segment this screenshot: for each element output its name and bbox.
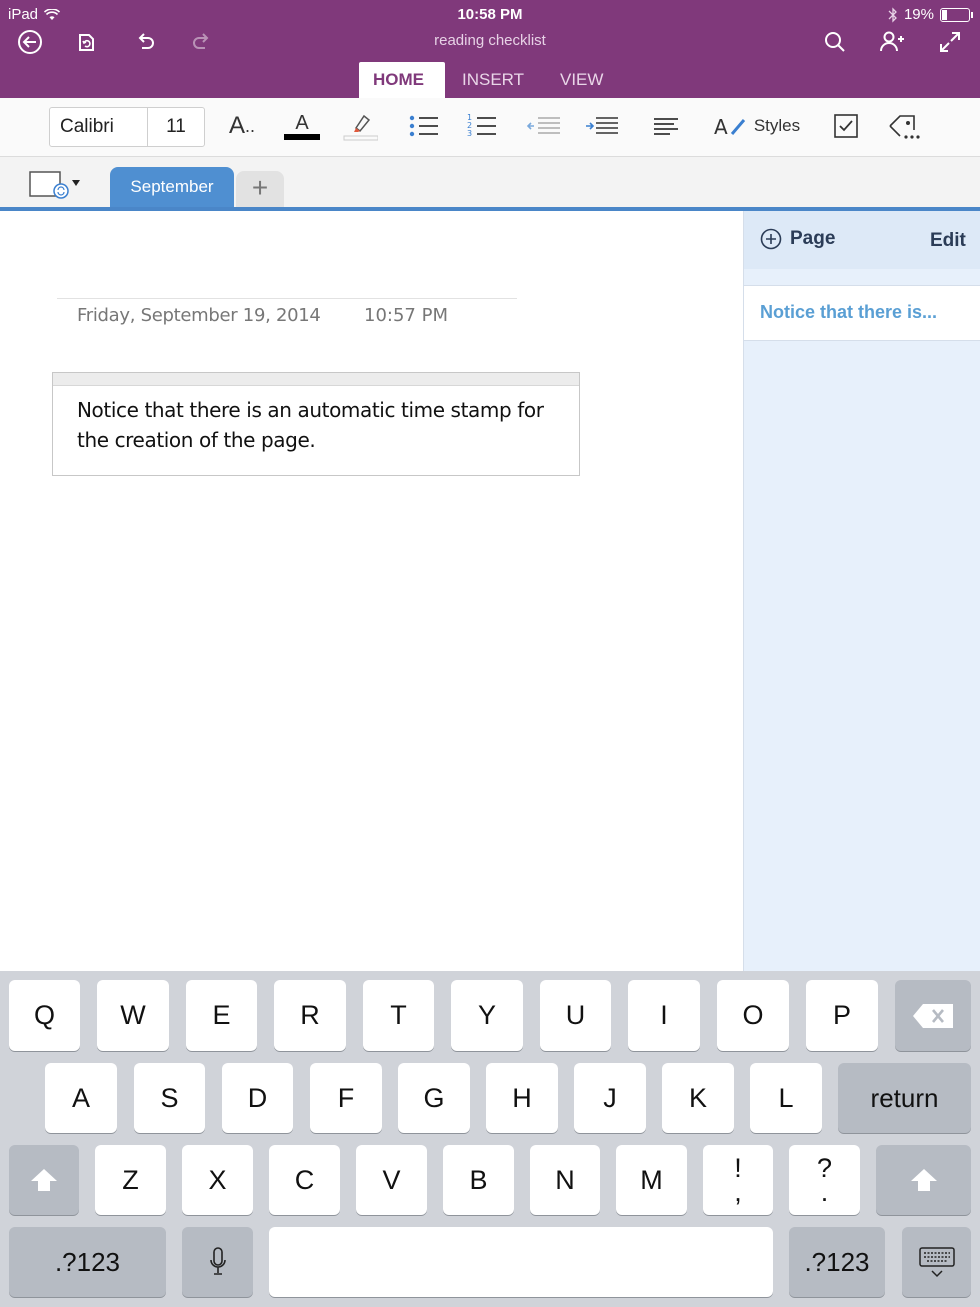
notebook-icon	[29, 171, 80, 199]
font-picker[interactable]: Calibri 11	[49, 107, 205, 147]
backspace-icon	[913, 1003, 953, 1028]
onscreen-keyboard: Q W E R T Y U I O P A S D F G H J K L re…	[0, 971, 980, 1307]
key-comma-label: ,	[734, 1177, 742, 1207]
key-c[interactable]: C	[269, 1145, 340, 1215]
key-t[interactable]: T	[363, 980, 434, 1051]
status-right: 19%	[888, 6, 973, 23]
align-icon[interactable]	[646, 108, 686, 144]
tab-home[interactable]: HOME	[359, 62, 445, 98]
key-question-period[interactable]: ? .	[789, 1145, 860, 1215]
add-section-button[interactable]: +	[236, 171, 284, 207]
add-circle-icon	[760, 228, 782, 250]
search-icon[interactable]	[819, 26, 851, 58]
return-key[interactable]: return	[838, 1063, 971, 1133]
shift-key-right[interactable]	[876, 1145, 971, 1215]
key-a[interactable]: A	[45, 1063, 117, 1133]
tab-insert[interactable]: INSERT	[448, 62, 538, 98]
key-k[interactable]: K	[662, 1063, 734, 1133]
key-d[interactable]: D	[222, 1063, 293, 1133]
key-l[interactable]: L	[750, 1063, 822, 1133]
key-h[interactable]: H	[486, 1063, 558, 1133]
key-z[interactable]: Z	[95, 1145, 166, 1215]
note-text-line-1[interactable]: Notice that there is an automatic time s…	[77, 396, 557, 426]
space-bar[interactable]	[269, 1227, 773, 1297]
decrease-indent-icon[interactable]	[524, 108, 564, 144]
notebook-switcher[interactable]	[28, 170, 84, 200]
key-s[interactable]: S	[134, 1063, 205, 1133]
font-color-swatch	[284, 134, 320, 140]
key-v[interactable]: V	[356, 1145, 427, 1215]
delete-key[interactable]	[895, 980, 971, 1051]
svg-text:A: A	[714, 115, 728, 139]
page-date: Friday, September 19, 2014	[77, 305, 321, 326]
key-f[interactable]: F	[310, 1063, 382, 1133]
note-text[interactable]: Notice that there is an automatic time s…	[77, 396, 557, 455]
numbers-key-right[interactable]: .?123	[789, 1227, 885, 1297]
key-j[interactable]: J	[574, 1063, 646, 1133]
hide-keyboard-key[interactable]	[902, 1227, 971, 1297]
key-u[interactable]: U	[540, 980, 611, 1051]
microphone-icon	[209, 1247, 226, 1275]
key-n[interactable]: N	[530, 1145, 600, 1215]
note-container-handle[interactable]	[53, 373, 579, 386]
keyboard-hide-icon	[918, 1247, 955, 1278]
font-format-button[interactable]: A..	[222, 108, 262, 144]
edit-pages-button[interactable]: Edit	[930, 230, 966, 252]
back-icon[interactable]	[14, 26, 46, 58]
key-q[interactable]: Q	[9, 980, 80, 1051]
font-name[interactable]: Calibri	[50, 108, 148, 146]
page-list-item-title[interactable]: Notice that there is...	[760, 302, 937, 323]
key-b[interactable]: B	[443, 1145, 514, 1215]
font-format-icon: A	[228, 112, 245, 139]
highlighter-icon[interactable]	[340, 108, 380, 144]
numbered-list-icon[interactable]: 123	[462, 108, 502, 144]
font-color-icon: A	[295, 112, 309, 134]
key-exclamation-comma[interactable]: ! ,	[703, 1145, 773, 1215]
redo-icon[interactable]	[186, 26, 218, 58]
key-i[interactable]: I	[628, 980, 700, 1051]
checkbox-tag-icon[interactable]	[826, 108, 866, 144]
styles-label: Styles	[753, 116, 801, 135]
key-period-label: .	[820, 1177, 829, 1207]
dictation-key[interactable]	[182, 1227, 253, 1297]
styles-icon: A	[714, 115, 745, 139]
key-o[interactable]: O	[717, 980, 789, 1051]
font-color-button[interactable]: A	[282, 108, 322, 144]
key-w[interactable]: W	[97, 980, 169, 1051]
font-size[interactable]: 11	[148, 108, 204, 146]
key-y[interactable]: Y	[451, 980, 523, 1051]
fullscreen-icon[interactable]	[934, 26, 966, 58]
battery-icon	[940, 7, 973, 22]
bullet-list-icon[interactable]	[404, 108, 444, 144]
tag-icon[interactable]	[884, 108, 924, 144]
svg-text:3: 3	[467, 129, 472, 138]
page-title-rule	[57, 298, 517, 299]
note-text-line-2[interactable]: the creation of the page.	[77, 426, 557, 456]
undo-icon[interactable]	[129, 26, 161, 58]
shift-icon	[31, 1169, 57, 1191]
share-icon[interactable]	[876, 26, 908, 58]
key-p[interactable]: P	[806, 980, 878, 1051]
shift-key-left[interactable]	[9, 1145, 79, 1215]
key-e[interactable]: E	[186, 980, 257, 1051]
battery-percent: 19%	[903, 6, 934, 23]
page-time: 10:57 PM	[364, 305, 448, 326]
numbers-key-left[interactable]: .?123	[9, 1227, 166, 1297]
add-page-button[interactable]: Page	[760, 228, 835, 250]
add-page-label: Page	[790, 228, 836, 249]
bluetooth-icon	[888, 6, 897, 23]
key-x[interactable]: X	[182, 1145, 253, 1215]
tab-view[interactable]: VIEW	[546, 62, 617, 98]
increase-indent-icon[interactable]	[582, 108, 622, 144]
shift-icon	[910, 1169, 937, 1191]
section-tab-september[interactable]: September	[110, 167, 234, 207]
status-time: 10:58 PM	[457, 6, 523, 23]
key-g[interactable]: G	[398, 1063, 470, 1133]
styles-button[interactable]: A Styles	[708, 108, 804, 144]
key-m[interactable]: M	[616, 1145, 687, 1215]
sync-icon[interactable]	[70, 26, 102, 58]
key-r[interactable]: R	[274, 980, 346, 1051]
